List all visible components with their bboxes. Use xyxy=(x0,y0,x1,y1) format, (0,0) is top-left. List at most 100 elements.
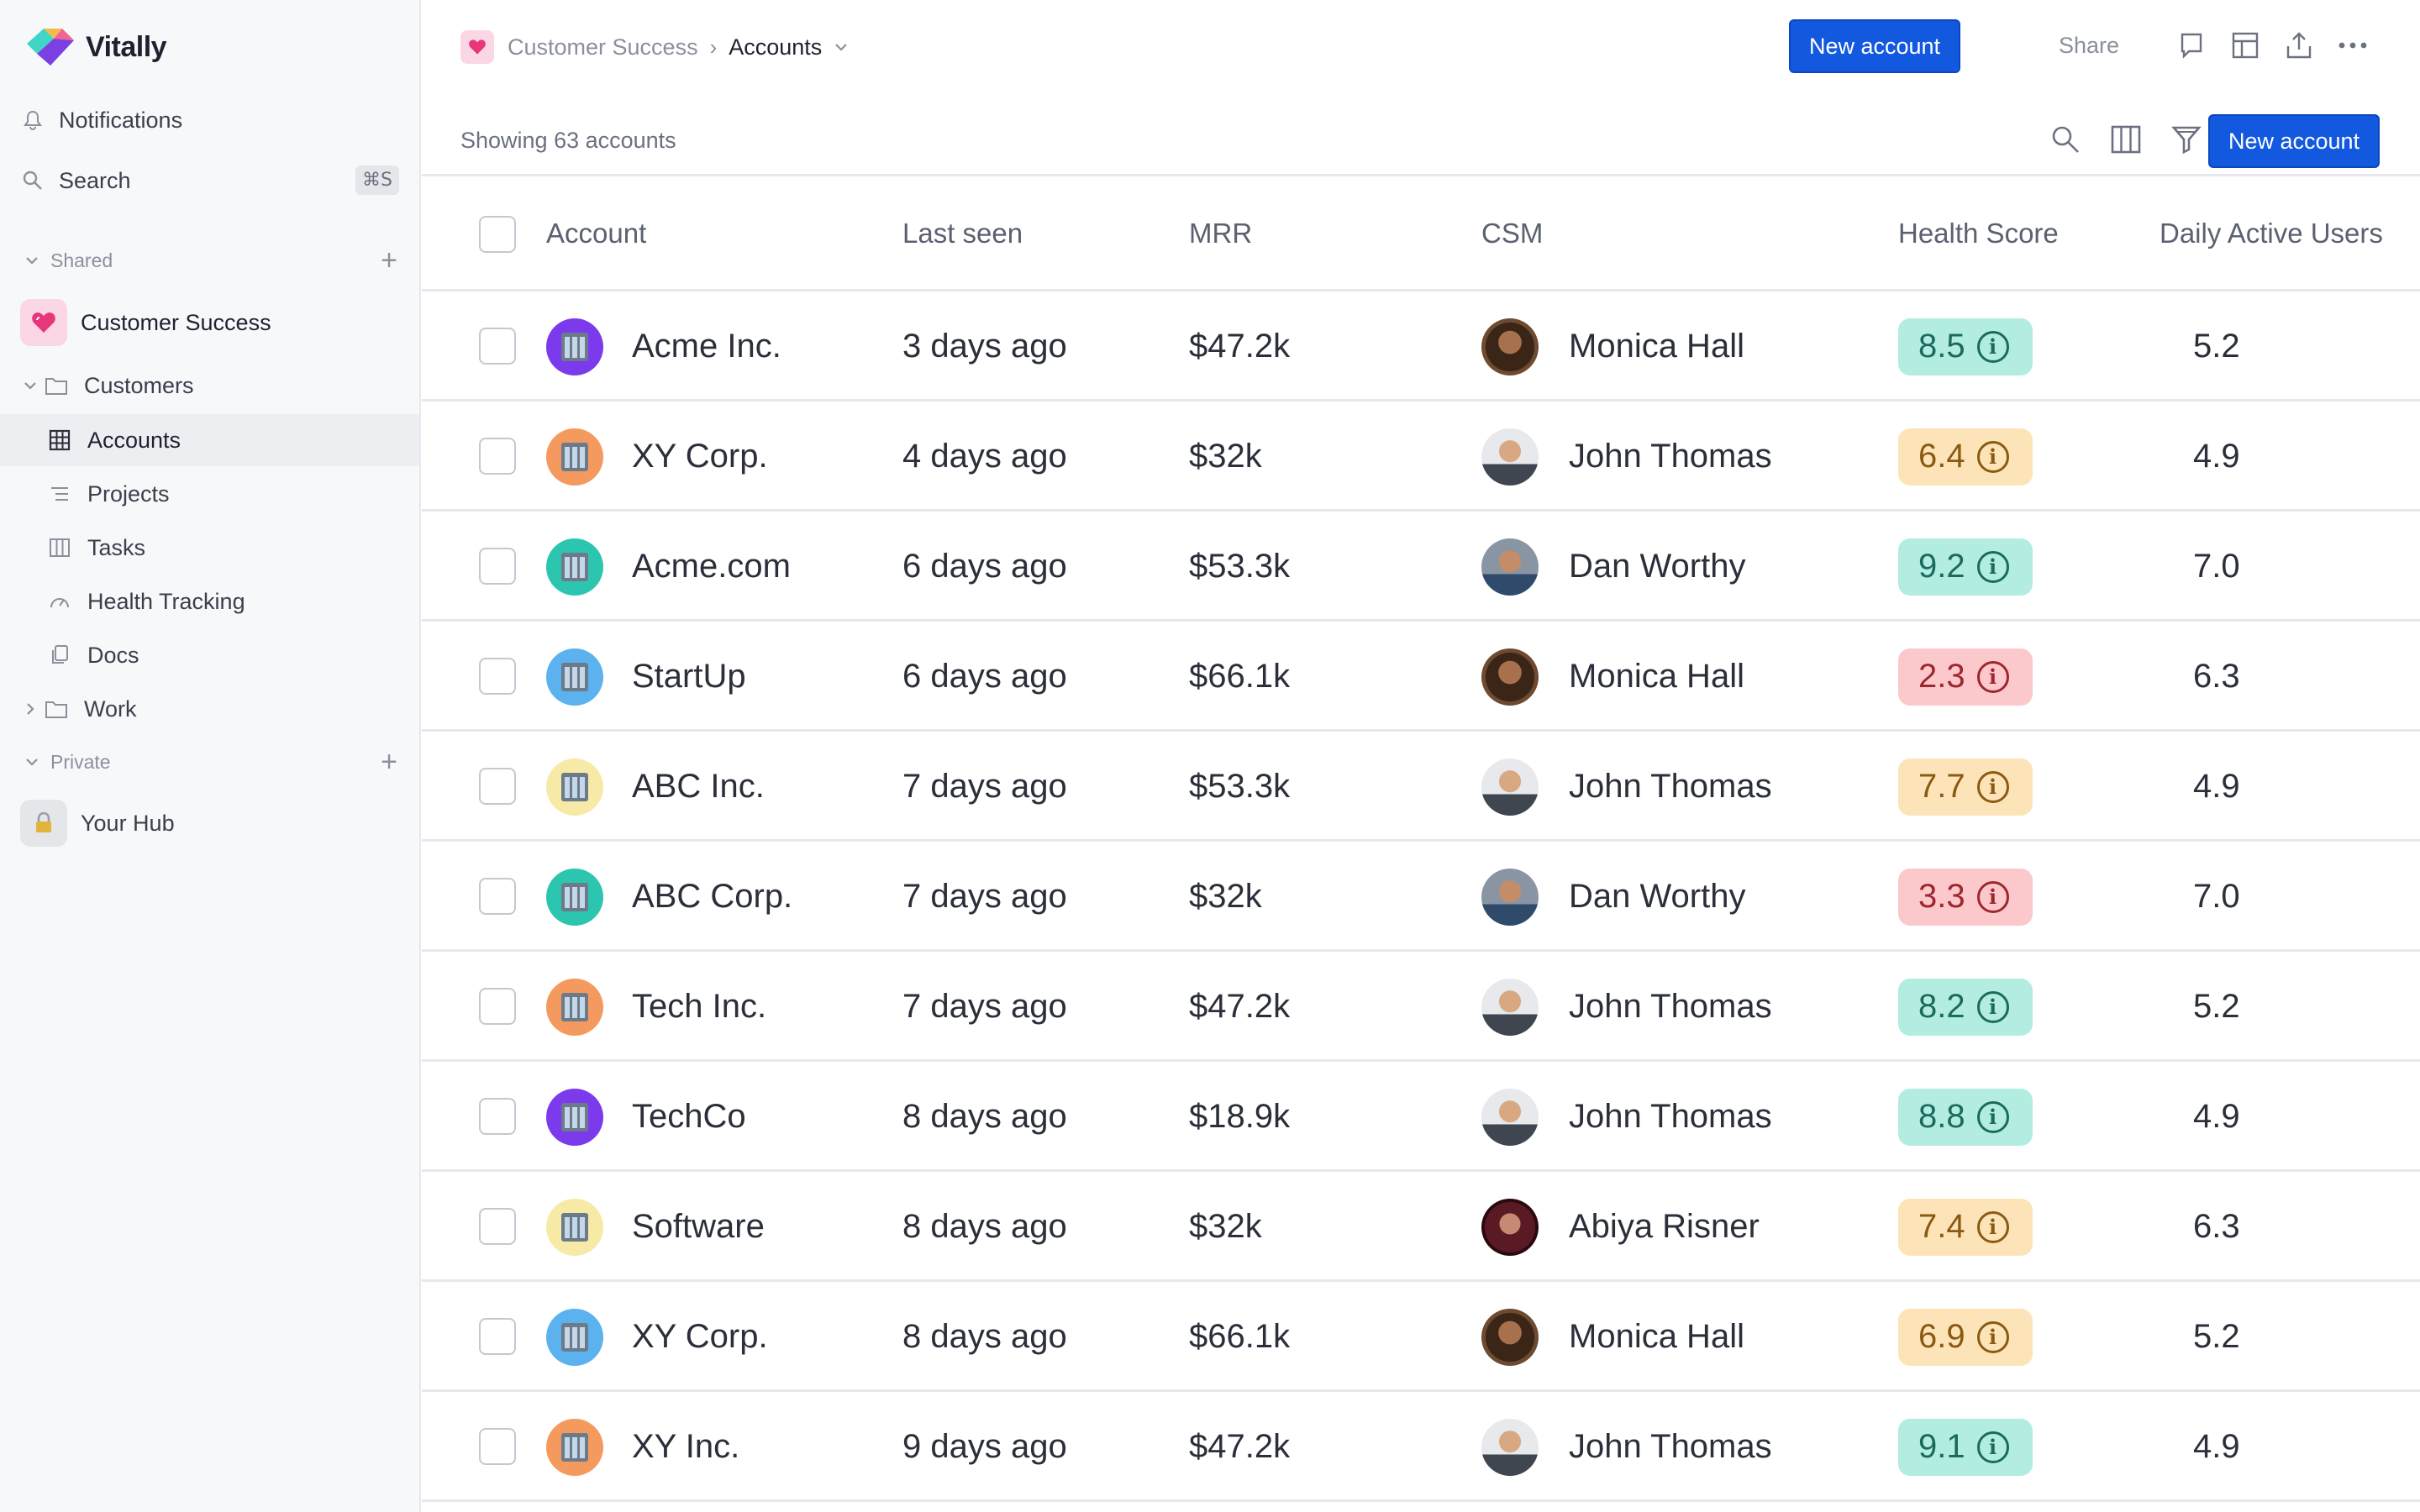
row-checkbox[interactable] xyxy=(479,438,516,475)
sidebar-item-health-tracking[interactable]: Health Tracking xyxy=(0,575,419,627)
account-name[interactable]: XY Corp. xyxy=(632,1318,768,1356)
info-icon[interactable]: i xyxy=(1976,660,2009,693)
row-checkbox[interactable] xyxy=(479,1428,516,1465)
add-shared-icon[interactable]: + xyxy=(381,244,397,277)
select-all-checkbox[interactable] xyxy=(479,216,516,253)
add-private-icon[interactable]: + xyxy=(381,746,397,779)
row-checkbox[interactable] xyxy=(479,768,516,805)
row-checkbox[interactable] xyxy=(479,1098,516,1135)
row-checkbox[interactable] xyxy=(479,988,516,1025)
row-checkbox[interactable] xyxy=(479,658,516,695)
export-icon[interactable] xyxy=(2282,29,2316,62)
row-checkbox[interactable] xyxy=(479,1318,516,1355)
csm-cell[interactable]: Monica Hall xyxy=(1481,291,1744,402)
row-checkbox[interactable] xyxy=(479,548,516,585)
account-name[interactable]: StartUp xyxy=(632,658,746,696)
info-icon[interactable]: i xyxy=(1976,440,2009,473)
csm-cell[interactable]: Dan Worthy xyxy=(1481,512,1745,622)
column-header-csm[interactable]: CSM xyxy=(1481,218,1543,249)
account-cell[interactable]: ABC Inc. xyxy=(546,732,765,842)
info-icon[interactable]: i xyxy=(1976,550,2009,583)
health-score-badge[interactable]: 6.9 i xyxy=(1898,1308,2033,1366)
sidebar-folder-customers[interactable]: Customers xyxy=(0,360,419,412)
account-name[interactable]: Acme.com xyxy=(632,548,791,585)
sidebar-item-docs[interactable]: Docs xyxy=(0,629,419,681)
more-icon[interactable] xyxy=(2336,29,2370,62)
sidebar-item-accounts[interactable]: Accounts xyxy=(0,414,419,466)
csm-cell[interactable]: John Thomas xyxy=(1481,1062,1772,1172)
info-icon[interactable]: i xyxy=(1976,330,2009,363)
sidebar-item-tasks[interactable]: Tasks xyxy=(0,522,419,574)
csm-cell[interactable]: Monica Hall xyxy=(1481,622,1744,732)
table-row[interactable]: XY Corp. 4 days ago $32k John Thomas 6.4 i 4.9 xyxy=(422,402,2420,512)
column-header-account[interactable]: Account xyxy=(546,218,646,249)
health-score-badge[interactable]: 8.2 i xyxy=(1898,978,2033,1036)
health-score-badge[interactable]: 3.3 i xyxy=(1898,868,2033,926)
row-checkbox[interactable] xyxy=(479,328,516,365)
column-header-health-score[interactable]: Health Score xyxy=(1898,218,2059,249)
health-score-badge[interactable]: 9.2 i xyxy=(1898,538,2033,596)
breadcrumb-parent[interactable]: Customer Success xyxy=(508,34,698,60)
filter-icon[interactable] xyxy=(2168,121,2205,158)
sidebar-item-projects[interactable]: Projects xyxy=(0,468,419,520)
info-icon[interactable]: i xyxy=(1976,1431,2009,1463)
table-row[interactable]: Acme.com 6 days ago $53.3k Dan Worthy 9.2 i 7.… xyxy=(422,512,2420,622)
account-name[interactable]: Software xyxy=(632,1208,765,1246)
table-row[interactable]: Tech Inc. 7 days ago $47.2k John Thomas 8.2 i… xyxy=(422,952,2420,1062)
account-cell[interactable]: ABC Corp. xyxy=(546,842,792,952)
info-icon[interactable]: i xyxy=(1976,880,2009,913)
csm-cell[interactable]: Dan Worthy xyxy=(1481,842,1745,952)
chevron-down-icon[interactable] xyxy=(834,42,849,52)
share-button[interactable]: Share xyxy=(2059,33,2119,59)
info-icon[interactable]: i xyxy=(1976,1100,2009,1133)
sidebar-hub-customer-success[interactable]: Customer Success xyxy=(0,296,419,349)
health-score-badge[interactable]: 7.7 i xyxy=(1898,758,2033,816)
section-private[interactable]: Private + xyxy=(0,737,419,787)
section-shared[interactable]: Shared + xyxy=(0,235,419,286)
breadcrumb-current[interactable]: Accounts xyxy=(729,34,822,60)
info-icon[interactable]: i xyxy=(1976,1210,2009,1243)
comment-icon[interactable] xyxy=(2175,29,2208,62)
health-score-badge[interactable]: 8.8 i xyxy=(1898,1088,2033,1146)
account-cell[interactable]: Acme Inc. xyxy=(546,291,781,402)
csm-cell[interactable]: John Thomas xyxy=(1481,1392,1772,1502)
account-cell[interactable]: Tech Inc. xyxy=(546,952,766,1062)
health-score-badge[interactable]: 8.5 i xyxy=(1898,318,2033,375)
table-row[interactable]: ABC Inc. 7 days ago $53.3k John Thomas 7.7 i 4… xyxy=(422,732,2420,842)
table-row[interactable]: ABC Corp. 7 days ago $32k Dan Worthy 3.3 i 7.0 xyxy=(422,842,2420,952)
new-account-button[interactable]: New account xyxy=(1789,19,1960,73)
new-account-toolbar-button[interactable]: New account xyxy=(2208,114,2380,168)
info-icon[interactable]: i xyxy=(1976,990,2009,1023)
app-logo[interactable]: Vitally xyxy=(25,25,167,69)
account-name[interactable]: TechCo xyxy=(632,1098,746,1136)
account-cell[interactable]: Software xyxy=(546,1172,765,1282)
account-cell[interactable]: XY Corp. xyxy=(546,402,768,512)
account-name[interactable]: ABC Inc. xyxy=(632,768,765,806)
layout-icon[interactable] xyxy=(2228,29,2262,62)
health-score-badge[interactable]: 6.4 i xyxy=(1898,428,2033,486)
account-name[interactable]: ABC Corp. xyxy=(632,878,792,916)
csm-cell[interactable]: Abiya Risner xyxy=(1481,1172,1760,1282)
sidebar-folder-work[interactable]: Work xyxy=(0,683,419,735)
account-cell[interactable]: StartUp xyxy=(546,622,746,732)
columns-icon[interactable] xyxy=(2107,121,2144,158)
row-checkbox[interactable] xyxy=(479,1208,516,1245)
health-score-badge[interactable]: 7.4 i xyxy=(1898,1198,2033,1256)
csm-cell[interactable]: Monica Hall xyxy=(1481,1282,1744,1392)
column-header-daily-active-users[interactable]: Daily Active Users xyxy=(2160,218,2383,249)
account-name[interactable]: Tech Inc. xyxy=(632,988,766,1026)
csm-cell[interactable]: John Thomas xyxy=(1481,952,1772,1062)
health-score-badge[interactable]: 2.3 i xyxy=(1898,648,2033,706)
table-row[interactable]: XY Corp. 8 days ago $66.1k Monica Hall 6.9 i 5… xyxy=(422,1282,2420,1392)
table-row[interactable]: Acme Inc. 3 days ago $47.2k Monica Hall 8.5 i… xyxy=(422,291,2420,402)
account-cell[interactable]: TechCo xyxy=(546,1062,746,1172)
health-score-badge[interactable]: 9.1 i xyxy=(1898,1418,2033,1476)
account-name[interactable]: Acme Inc. xyxy=(632,328,781,365)
account-name[interactable]: XY Corp. xyxy=(632,438,768,475)
account-cell[interactable]: Acme.com xyxy=(546,512,791,622)
table-row[interactable]: Software 8 days ago $32k Abiya Risner 7.4 i 6.… xyxy=(422,1172,2420,1282)
search-icon[interactable] xyxy=(2047,121,2084,158)
csm-cell[interactable]: John Thomas xyxy=(1481,732,1772,842)
sidebar-item-search[interactable]: Search ⌘S xyxy=(0,155,419,207)
row-checkbox[interactable] xyxy=(479,878,516,915)
